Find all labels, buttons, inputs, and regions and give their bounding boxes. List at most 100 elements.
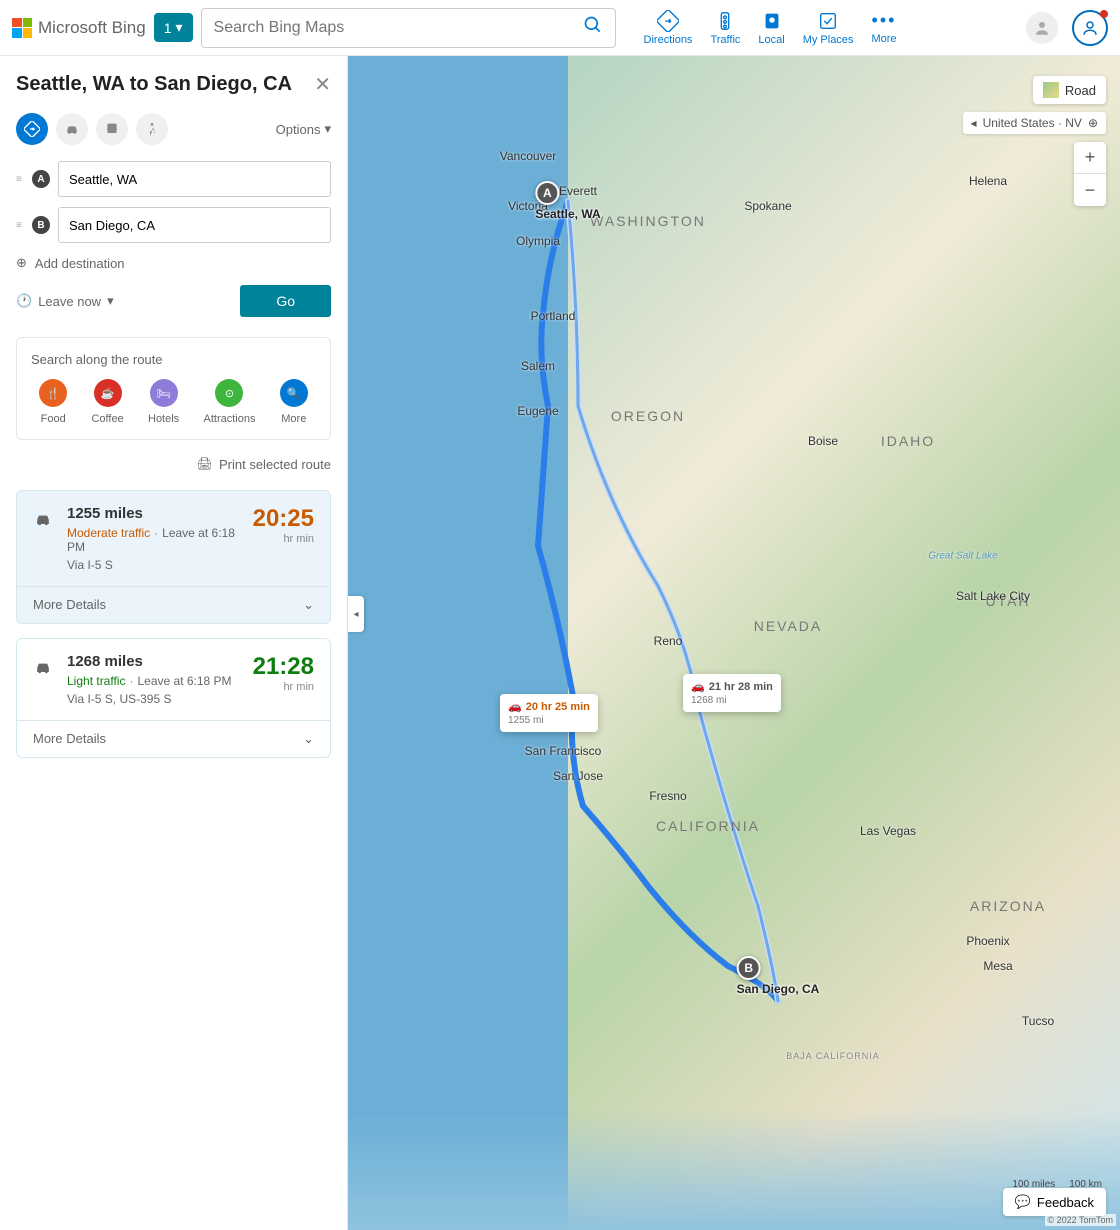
map-canvas[interactable]: WASHINGTON OREGON IDAHO NEVADA CALIFORNI… xyxy=(348,56,1120,1230)
profile-avatar[interactable] xyxy=(1026,12,1058,44)
more-details-toggle[interactable]: More Details ⌄ xyxy=(17,586,330,623)
tab-count-button[interactable]: 1 ▾ xyxy=(154,13,193,42)
clock-icon: 🕐 xyxy=(16,293,32,309)
header-right xyxy=(1026,10,1108,46)
chevron-left-icon: ◂ xyxy=(971,116,977,130)
directions-panel: Seattle, WA to San Diego, CA ✕ Options ▾ xyxy=(0,56,348,1230)
sr-attractions[interactable]: ⊙Attractions xyxy=(204,379,256,425)
location-breadcrumb[interactable]: ◂ United States · NV ⊕ xyxy=(963,112,1106,134)
city-label: Salem xyxy=(521,359,555,373)
sr-food[interactable]: 🍴Food xyxy=(39,379,67,425)
header-nav: Directions Traffic Local My Places ••• M… xyxy=(644,10,897,46)
state-label: OREGON xyxy=(611,408,685,424)
search-box[interactable] xyxy=(201,8,616,48)
city-label: Olympia xyxy=(516,234,560,248)
search-input[interactable] xyxy=(214,19,583,37)
nav-my-places[interactable]: My Places xyxy=(803,10,854,46)
map-style-button[interactable]: Road xyxy=(1033,76,1106,104)
route-distance: 1255 miles xyxy=(67,505,239,522)
traffic-icon xyxy=(714,10,736,32)
zoom-in-button[interactable]: + xyxy=(1074,142,1106,174)
waypoint-a-input[interactable] xyxy=(58,161,331,197)
more-details-toggle[interactable]: More Details ⌄ xyxy=(17,720,330,757)
state-label: IDAHO xyxy=(881,433,935,449)
mode-car[interactable] xyxy=(56,113,88,145)
map-marker-b[interactable]: B San Diego, CA xyxy=(737,956,820,996)
go-button[interactable]: Go xyxy=(240,285,331,317)
city-label: Portland xyxy=(531,309,576,323)
city-label: Tucso xyxy=(1022,1014,1054,1028)
search-route-title: Search along the route xyxy=(27,352,320,367)
search-icon[interactable] xyxy=(583,15,603,40)
city-label: San Jose xyxy=(553,769,603,783)
more-dots-icon: ••• xyxy=(872,10,897,31)
feedback-button[interactable]: 💬 Feedback xyxy=(1003,1188,1106,1216)
waypoint-b-input[interactable] xyxy=(58,207,331,243)
car-icon xyxy=(33,657,53,706)
route-tooltip-2[interactable]: 🚗21 hr 28 min 1268 mi xyxy=(683,674,781,712)
nav-traffic[interactable]: Traffic xyxy=(710,10,740,46)
city-label: Fresno xyxy=(649,789,686,803)
car-icon: 🚗 xyxy=(691,680,705,693)
car-icon: 🚗 xyxy=(508,700,522,713)
sr-hotels[interactable]: 🛏Hotels xyxy=(148,379,179,425)
car-icon xyxy=(33,509,53,572)
chevron-down-icon: ⌄ xyxy=(303,597,314,613)
options-toggle[interactable]: Options ▾ xyxy=(276,121,331,137)
collapse-sidebar-button[interactable]: ◂ xyxy=(348,596,364,632)
nav-directions[interactable]: Directions xyxy=(644,10,693,46)
drag-handle[interactable]: ≡ xyxy=(16,220,24,231)
route-card-1[interactable]: 1255 miles Moderate traffic·Leave at 6:1… xyxy=(16,490,331,624)
local-icon xyxy=(761,10,783,32)
drag-handle[interactable]: ≡ xyxy=(16,174,24,185)
add-destination-button[interactable]: ⊕ Add destination xyxy=(16,255,331,271)
car-icon xyxy=(64,121,80,137)
microsoft-logo-icon xyxy=(12,18,32,38)
leave-now-selector[interactable]: 🕐 Leave now ▾ xyxy=(16,293,114,309)
travel-mode-row: Options ▾ xyxy=(16,113,331,145)
map-marker-a[interactable]: A Seattle, WA xyxy=(535,181,600,221)
city-label: Eugene xyxy=(517,404,558,418)
chevron-down-icon: ▾ xyxy=(107,293,114,309)
route-traffic: Moderate traffic·Leave at 6:18 PM xyxy=(67,526,239,554)
mode-driving[interactable] xyxy=(16,113,48,145)
locate-icon[interactable]: ⊕ xyxy=(1088,116,1098,130)
route-card-2[interactable]: 1268 miles Light traffic·Leave at 6:18 P… xyxy=(16,638,331,758)
state-label: CALIFORNIA xyxy=(656,818,760,834)
waypoint-a-row: ≡ A xyxy=(16,161,331,197)
page-title: Seattle, WA to San Diego, CA xyxy=(16,73,292,96)
state-label: WASHINGTON xyxy=(590,213,706,229)
map-routes-svg xyxy=(348,56,1120,1230)
chat-icon: 💬 xyxy=(1015,1194,1031,1210)
zoom-control: + − xyxy=(1074,142,1106,206)
zoom-out-button[interactable]: − xyxy=(1074,174,1106,206)
route-traffic: Light traffic·Leave at 6:18 PM xyxy=(67,674,239,688)
map-copyright: © 2022 TomTom xyxy=(1045,1214,1117,1226)
mode-walking[interactable] xyxy=(136,113,168,145)
print-route-button[interactable]: 🖨 Print selected route xyxy=(16,456,331,472)
nav-more[interactable]: ••• More xyxy=(871,10,896,46)
mode-transit[interactable] xyxy=(96,113,128,145)
route-time: 21:28 hr min xyxy=(253,653,314,706)
city-label: Reno xyxy=(654,634,683,648)
route-tooltip-1[interactable]: 🚗20 hr 25 min 1255 mi xyxy=(500,694,598,732)
my-places-icon xyxy=(817,10,839,32)
chevron-down-icon: ▾ xyxy=(176,19,183,36)
route-via: Via I-5 S, US-395 S xyxy=(67,692,239,706)
person-icon xyxy=(1033,19,1051,37)
route-via: Via I-5 S xyxy=(67,558,239,572)
nav-local[interactable]: Local xyxy=(758,10,784,46)
rewards-badge[interactable] xyxy=(1072,10,1108,46)
rewards-icon xyxy=(1081,19,1099,37)
waypoint-b-marker: B xyxy=(32,216,50,234)
city-label: Boise xyxy=(808,434,838,448)
brand-logo[interactable]: Microsoft Bing xyxy=(12,18,146,38)
directions-icon xyxy=(657,10,679,32)
print-icon: 🖨 xyxy=(196,456,213,472)
city-label: Vancouver xyxy=(500,149,556,163)
sr-more[interactable]: 🔍More xyxy=(280,379,308,425)
close-button[interactable]: ✕ xyxy=(314,72,331,97)
chevron-down-icon: ⌄ xyxy=(303,731,314,747)
waypoint-b-row: ≡ B ⇅ xyxy=(16,207,331,243)
sr-coffee[interactable]: ☕Coffee xyxy=(91,379,123,425)
